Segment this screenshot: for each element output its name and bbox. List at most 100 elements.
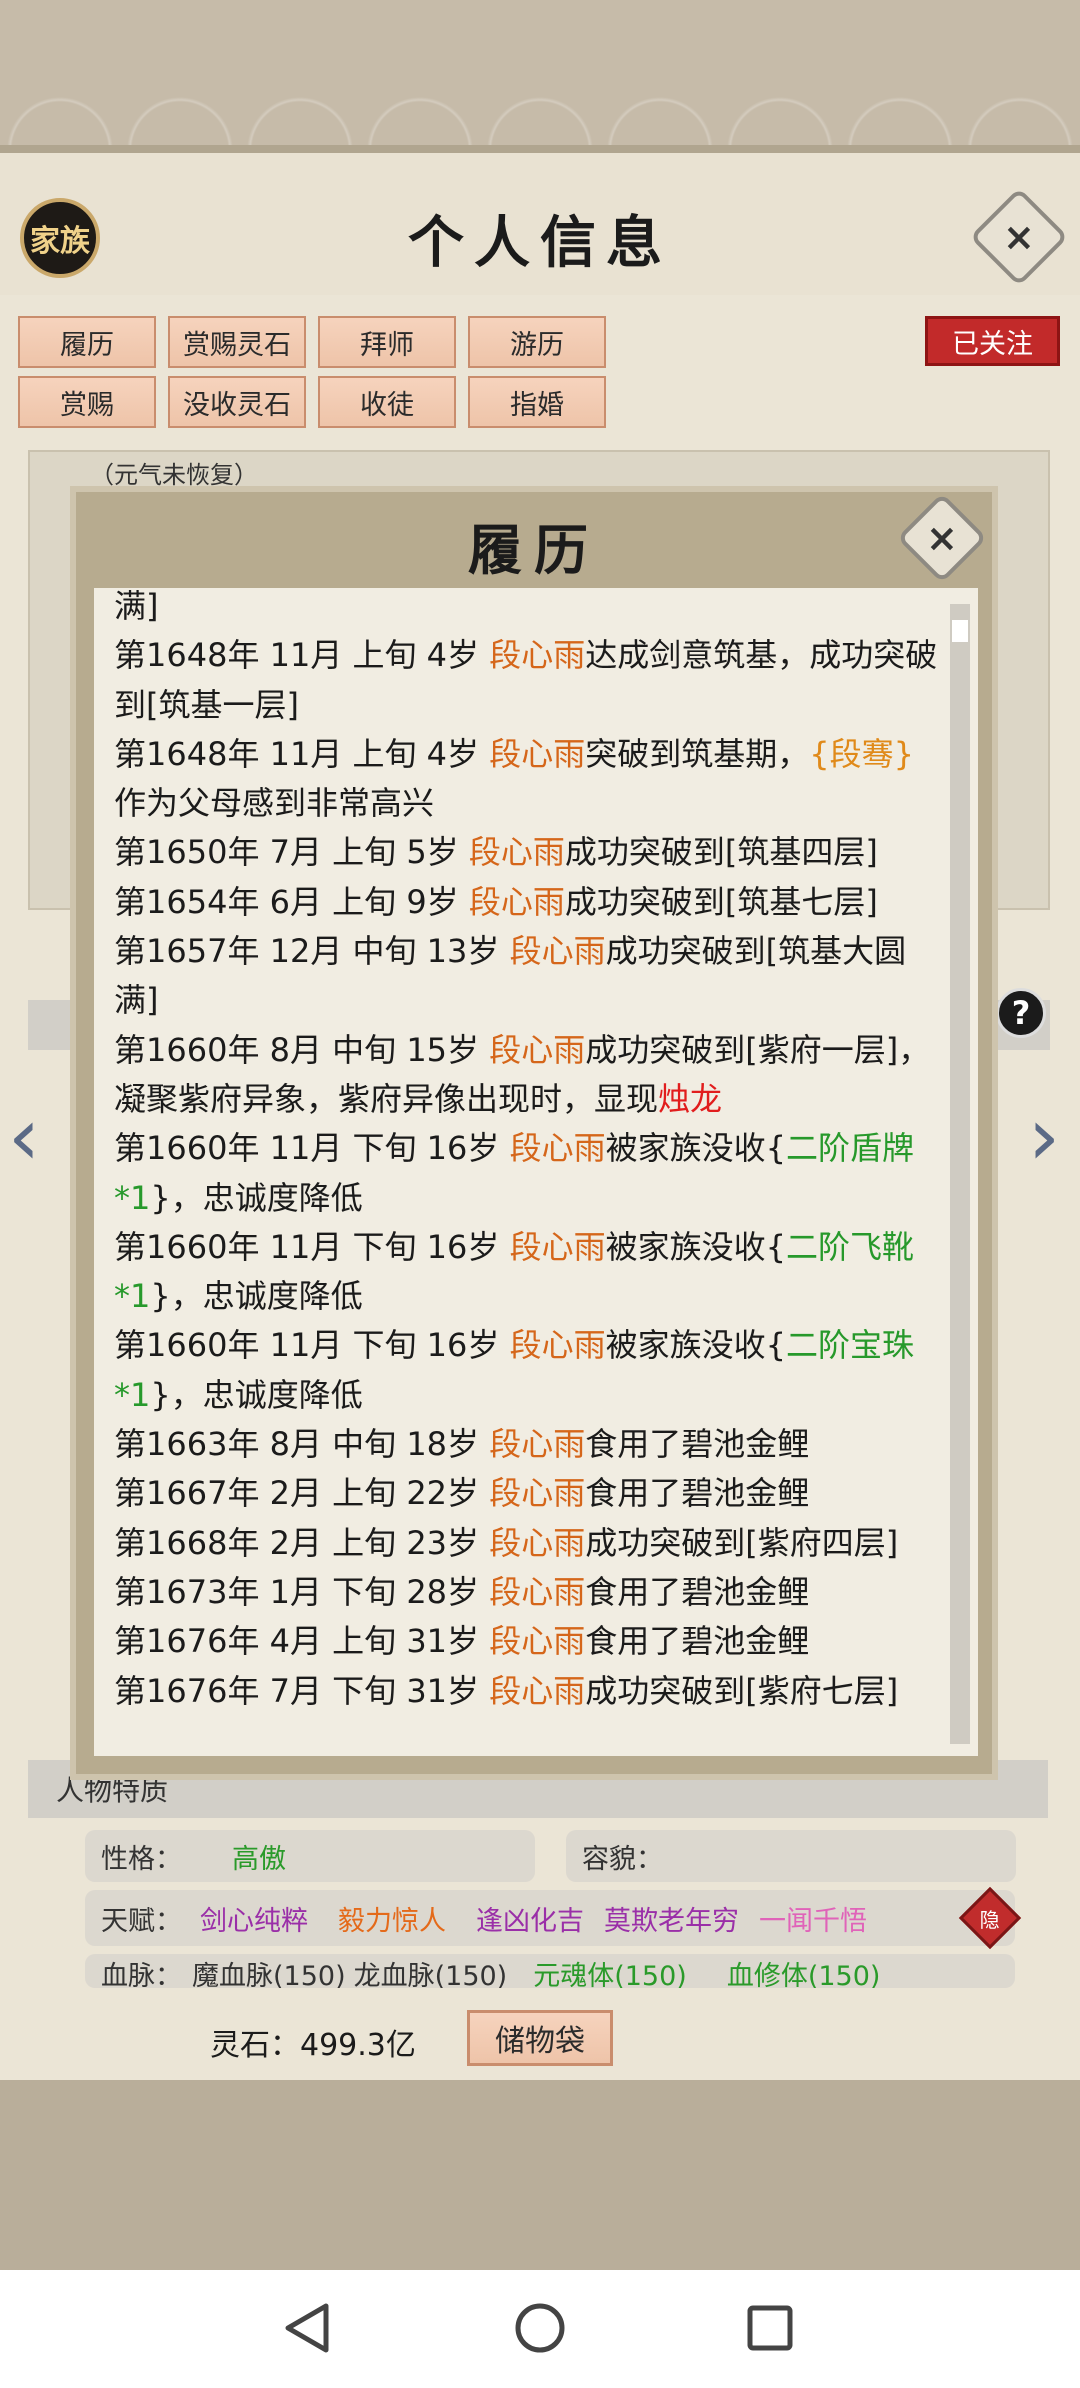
character-name: 段心雨 (489, 1572, 586, 1611)
bloodline-label: 血脉： (101, 1961, 182, 1988)
log-text: }，忠诚度降低 (150, 1178, 363, 1217)
resume-log-panel[interactable]: 满] 第1648年 11月 上旬 4岁 段心雨达成剑意筑基，成功突破到[筑基一层]… (94, 588, 978, 1756)
circle-home-icon[interactable] (512, 2300, 568, 2356)
log-text: 作为父母感到非常高兴 (114, 784, 435, 823)
log-text: 被家族没收{ (605, 1326, 786, 1365)
prev-arrow-icon[interactable]: ‹ (8, 1090, 40, 1183)
log-entry: 满] (114, 588, 944, 631)
storage-bag-button[interactable]: 储物袋 (467, 2010, 613, 2066)
log-text: 第1673年 1月 下旬 28岁 (114, 1572, 490, 1611)
scrollbar-track[interactable] (950, 604, 970, 1744)
bloodline-field: 血脉： 魔血脉(150) 龙血脉(150) 元魂体(150) 血修体(150) (85, 1954, 1015, 1988)
talent-item[interactable]: 剑心纯粹 (200, 1899, 308, 1938)
log-text: }，忠诚度降低 (150, 1375, 363, 1414)
log-entry: 第1657年 12月 中旬 13岁 段心雨成功突破到[筑基大圆满] (114, 927, 944, 1026)
character-name: 段心雨 (509, 1129, 606, 1168)
bloodline-item: 龙血脉(150) (353, 1961, 508, 1988)
log-text: 食用了碧池金鲤 (585, 1474, 810, 1513)
scrollbar-thumb[interactable] (952, 620, 968, 642)
bloodline-item: 魔血脉(150) (192, 1961, 346, 1988)
character-name: 段心雨 (509, 1227, 606, 1266)
character-name: 段心雨 (489, 1425, 586, 1464)
help-icon[interactable]: ? (996, 988, 1046, 1038)
log-entry: 第1648年 11月 上旬 4岁 段心雨突破到筑基期，{段骞} 作为父母感到非常高… (114, 730, 944, 829)
log-entry: 第1667年 2月 上旬 22岁 段心雨食用了碧池金鲤 (114, 1469, 944, 1518)
talent-label: 天赋： (101, 1905, 182, 1937)
character-name: 段心雨 (489, 734, 586, 773)
character-name: 段心雨 (489, 1474, 586, 1513)
log-entry: 第1648年 11月 上旬 4岁 段心雨达成剑意筑基，成功突破到[筑基一层] (114, 631, 944, 730)
log-text: 第1663年 8月 中旬 18岁 (114, 1425, 490, 1464)
personality-label: 性格： (101, 1843, 182, 1875)
character-name: 段心雨 (489, 636, 586, 675)
close-icon: × (926, 516, 958, 560)
log-text: 食用了碧池金鲤 (585, 1572, 810, 1611)
tab-reward[interactable]: 赏赐 (18, 376, 156, 428)
log-text: 第1650年 7月 上旬 5岁 (114, 833, 469, 872)
close-icon: × (1003, 215, 1035, 259)
character-name: 段心雨 (489, 1671, 586, 1710)
character-name: 段心雨 (489, 1030, 586, 1069)
log-text: 成功突破到[紫府四层] (585, 1523, 899, 1562)
tab-reward-stones[interactable]: 赏赐灵石 (168, 316, 306, 368)
tab-confiscate-stones[interactable]: 没收灵石 (168, 376, 306, 428)
appearance-field: 容貌： (566, 1830, 1016, 1882)
resume-log-list: 满] 第1648年 11月 上旬 4岁 段心雨达成剑意筑基，成功突破到[筑基一层]… (114, 588, 944, 1716)
log-text: 第1660年 11月 下旬 16岁 (114, 1227, 510, 1266)
bloodline-item: 元魂体(150) (533, 1961, 687, 1988)
tab-travel[interactable]: 游历 (468, 316, 606, 368)
log-text: 第1676年 7月 下旬 31岁 (114, 1671, 490, 1710)
talent-item[interactable]: 毅力惊人 (338, 1899, 446, 1938)
talent-item[interactable]: 逢凶化吉 (476, 1899, 584, 1938)
log-entry: 第1654年 6月 上旬 9岁 段心雨成功突破到[筑基七层] (114, 878, 944, 927)
character-name: 段心雨 (509, 932, 606, 971)
personality-field: 性格： 高傲 (85, 1830, 535, 1882)
log-entry: 第1673年 1月 下旬 28岁 段心雨食用了碧池金鲤 (114, 1568, 944, 1617)
log-text: 第1654年 6月 上旬 9岁 (114, 882, 469, 921)
log-text: 突破到筑基期， (585, 734, 810, 773)
personality-value: 高傲 (232, 1843, 286, 1875)
log-entry: 第1668年 2月 上旬 23岁 段心雨成功突破到[紫府四层] (114, 1519, 944, 1568)
log-text: 被家族没收{ (605, 1129, 786, 1168)
dialog-title: 履历 (468, 518, 600, 582)
log-entry: 第1676年 7月 下旬 31岁 段心雨成功突破到[紫府七层] (114, 1667, 944, 1716)
log-entry: 第1650年 7月 上旬 5岁 段心雨成功突破到[筑基四层] (114, 828, 944, 877)
character-name: 段心雨 (489, 1523, 586, 1562)
triangle-back-icon[interactable] (280, 2300, 336, 2356)
log-text: 第1676年 4月 上旬 31岁 (114, 1622, 490, 1661)
square-recents-icon[interactable] (742, 2300, 798, 2356)
log-text: 烛龙 (658, 1079, 723, 1118)
bloodline-item: 血修体(150) (726, 1961, 881, 1988)
talent-item[interactable]: 一闻千悟 (759, 1899, 867, 1938)
log-text: 满] (114, 588, 159, 625)
hide-label: 隐 (980, 1907, 1000, 1932)
log-entry: 第1660年 11月 下旬 16岁 段心雨被家族没收{二阶宝珠*1}，忠诚度降低 (114, 1321, 944, 1420)
tab-resume[interactable]: 履历 (18, 316, 156, 368)
system-nav-bar (0, 2270, 1080, 2388)
log-text: 成功突破到[紫府七层] (585, 1671, 899, 1710)
vitality-status: （元气未恢复） (90, 461, 258, 489)
followed-badge[interactable]: 已关注 (925, 316, 1060, 366)
log-text: 成功突破到[筑基四层] (564, 833, 878, 872)
page-title: 个人信息 (408, 210, 672, 276)
tab-arrange-marriage[interactable]: 指婚 (468, 376, 606, 428)
log-text: 第1660年 8月 中旬 15岁 (114, 1030, 490, 1069)
character-name: 段心雨 (509, 1326, 606, 1365)
log-text: 第1648年 11月 上旬 4岁 (114, 636, 490, 675)
tab-apprentice[interactable]: 拜师 (318, 316, 456, 368)
log-text: 第1667年 2月 上旬 22岁 (114, 1474, 490, 1513)
tab-take-disciple[interactable]: 收徒 (318, 376, 456, 428)
log-text: 食用了碧池金鲤 (585, 1622, 810, 1661)
talent-item[interactable]: 莫欺老年穷 (604, 1899, 739, 1938)
log-text: 食用了碧池金鲤 (585, 1425, 810, 1464)
spirit-stone-amount: 灵石：499.3亿 (210, 2028, 416, 2063)
log-entry: 第1660年 11月 下旬 16岁 段心雨被家族没收{二阶飞靴*1}，忠诚度降低 (114, 1223, 944, 1322)
footer-decoration (0, 2080, 1080, 2270)
log-text: 第1660年 11月 下旬 16岁 (114, 1129, 510, 1168)
log-text: 第1660年 11月 下旬 16岁 (114, 1326, 510, 1365)
log-text: 第1648年 11月 上旬 4岁 (114, 734, 490, 773)
character-name: 段心雨 (489, 1622, 586, 1661)
log-entry: 第1660年 8月 中旬 15岁 段心雨成功突破到[紫府一层]，凝聚紫府异象，紫… (114, 1026, 944, 1125)
log-entry: 第1663年 8月 中旬 18岁 段心雨食用了碧池金鲤 (114, 1420, 944, 1469)
next-arrow-icon[interactable]: › (1028, 1090, 1060, 1183)
